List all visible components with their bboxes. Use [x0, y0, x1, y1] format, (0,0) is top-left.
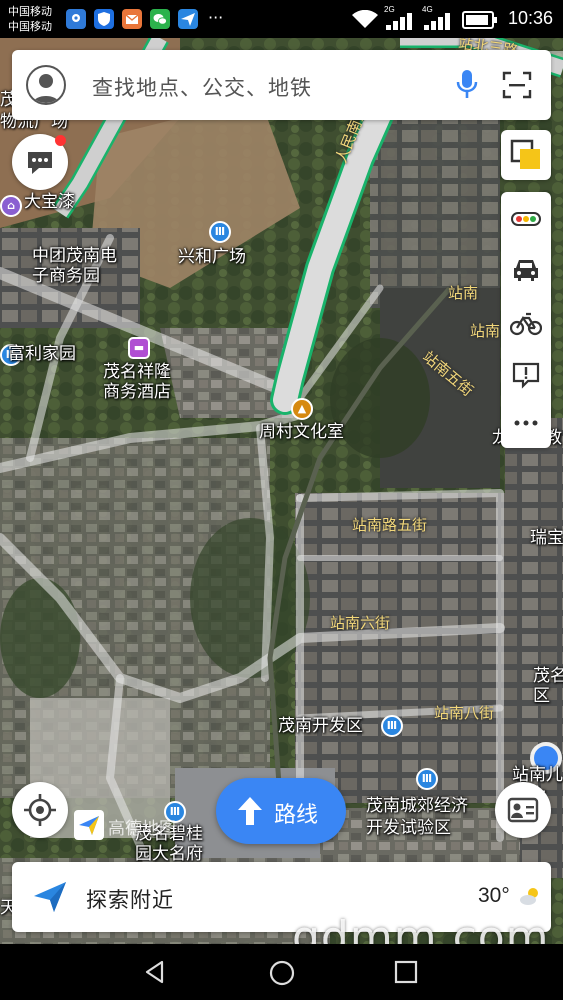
- wechat-icon: [150, 9, 170, 29]
- culture-poi-icon: ▲: [291, 398, 313, 420]
- temperature: 30°: [478, 884, 510, 907]
- street-zhannan-8: 站南八街: [434, 704, 495, 722]
- home-icon[interactable]: [268, 959, 296, 987]
- traffic-light-icon: [511, 212, 541, 226]
- navigation-bar: [0, 944, 563, 1000]
- taxi-button[interactable]: [501, 245, 551, 295]
- route-button[interactable]: 路线: [216, 778, 346, 844]
- more-tools-button[interactable]: [501, 398, 551, 448]
- building-poi-icon: Ⅲ: [209, 221, 231, 243]
- street-zhannan-lu-5: 站南路五街: [352, 516, 428, 534]
- id-card-icon: [507, 797, 539, 823]
- hotel-poi-icon: ▬: [128, 337, 150, 359]
- microphone-icon[interactable]: [452, 68, 482, 102]
- explore-label: 探索附近: [86, 888, 174, 912]
- poi-zhoucun[interactable]: 周村文化室: [259, 422, 344, 443]
- poi-dabaoqi[interactable]: 大宝漆: [24, 192, 75, 213]
- street-zhannan: 站南: [448, 284, 479, 302]
- poi-jingji[interactable]: 茂南城郊经济 开发试验区: [366, 795, 468, 839]
- carrier-label-2: 中国移动: [8, 20, 52, 33]
- layers-icon: [510, 139, 540, 169]
- map-tool-stack: [501, 192, 551, 448]
- recent-apps-icon[interactable]: [394, 960, 418, 984]
- avatar[interactable]: [26, 65, 66, 105]
- locate-button[interactable]: [12, 782, 68, 838]
- feedback-icon: [512, 362, 540, 389]
- poi-rui[interactable]: 瑞宝: [530, 528, 563, 549]
- bicycle-icon: [510, 312, 542, 336]
- battery-icon: [462, 11, 497, 29]
- arrow-up-icon: [238, 797, 262, 825]
- car-icon: [514, 260, 538, 281]
- econ-zone-poi-icon: Ⅲ: [416, 768, 438, 790]
- amap-app-icon: [178, 9, 198, 29]
- message-button[interactable]: [12, 134, 68, 190]
- more-notifications-icon: ···: [208, 8, 224, 27]
- search-input[interactable]: 查找地点、公交、地铁: [92, 72, 312, 102]
- scan-icon[interactable]: [502, 71, 532, 99]
- location-app-icon: [66, 9, 86, 29]
- status-bar: 中国移动 中国移动 ··· 2G 4G 10:36: [0, 0, 563, 38]
- poi-xinghe[interactable]: 兴和广场: [178, 247, 246, 268]
- traffic-button[interactable]: [501, 194, 551, 244]
- navigation-arrow-icon: [34, 882, 66, 912]
- carrier-label-1: 中国移动: [8, 5, 52, 18]
- partly-cloudy-icon: [520, 888, 538, 905]
- shield-app-icon: [94, 9, 114, 29]
- poi-zhongtuan[interactable]: 中团茂南电 子商务园: [32, 246, 117, 286]
- report-button[interactable]: [501, 350, 551, 400]
- poi-hotel[interactable]: 茂名祥隆 商务酒店: [103, 362, 171, 402]
- signal-icon-2: [424, 13, 450, 30]
- notification-dot: [55, 135, 66, 146]
- bike-button[interactable]: [501, 298, 551, 348]
- user-icon: [32, 74, 60, 103]
- wifi-icon: [352, 10, 378, 28]
- layers-button[interactable]: [501, 130, 551, 180]
- more-icon: [514, 420, 538, 426]
- poi-mao-qu[interactable]: 茂名 区: [533, 666, 563, 706]
- district-poi-icon: Ⅲ: [381, 715, 403, 737]
- status-time: 10:36: [507, 8, 553, 28]
- route-label: 路线: [274, 803, 319, 828]
- back-icon[interactable]: [142, 959, 168, 985]
- amap-watermark: 高德地图: [108, 819, 176, 839]
- profile-card-button[interactable]: [495, 782, 551, 838]
- poi-fuli[interactable]: 富利家园: [8, 344, 76, 365]
- mail-app-icon: [122, 9, 142, 29]
- shop-poi-icon: ⌂: [0, 195, 22, 217]
- crosshair-icon: [24, 794, 56, 826]
- amap-logo-icon: [74, 810, 104, 840]
- poi-kaifaqu[interactable]: 茂南开发区: [278, 716, 363, 737]
- street-zhannan-2: 站南: [470, 322, 501, 340]
- search-bar[interactable]: 查找地点、公交、地铁: [12, 50, 551, 120]
- signal-icon-1: [386, 13, 412, 30]
- street-zhannan-6: 站南六街: [330, 614, 391, 632]
